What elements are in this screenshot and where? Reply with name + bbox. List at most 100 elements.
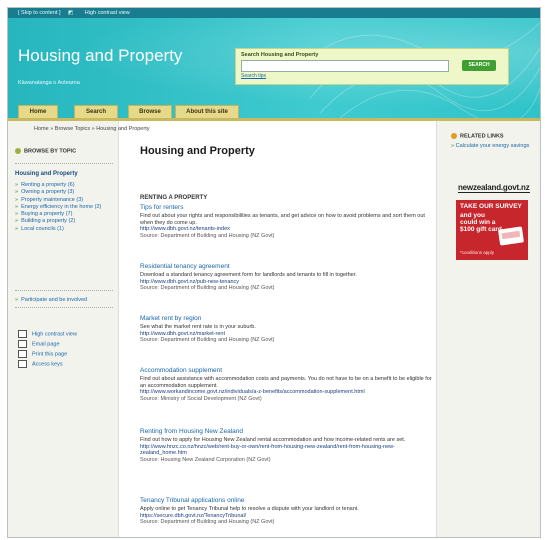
gift-card-icon <box>498 226 524 246</box>
breadcrumb: Home » Browse Topics » Housing and Prope… <box>34 126 149 132</box>
tab-home[interactable]: Home <box>18 105 58 119</box>
nav-item-label: Property maintenance (3) <box>21 196 84 203</box>
survey-advert[interactable]: TAKE OUR SURVEY and you could win a $100… <box>456 200 528 260</box>
nav-item-building[interactable]: » Building a property (2) <box>15 218 115 225</box>
high-contrast-link[interactable]: ◩ High contrast view <box>68 10 130 16</box>
nav-item-label: Buying a property (7) <box>21 211 73 218</box>
breadcrumb-topics[interactable]: Browse Topics <box>55 126 90 132</box>
nav-item-owning[interactable]: » Owning a property (3) <box>15 189 115 196</box>
skip-to-content-link[interactable]: [ Skip to content ] <box>18 10 61 16</box>
nav-item-renting[interactable]: » Renting a property (6) <box>15 182 115 189</box>
search-button[interactable]: SEARCH <box>462 60 496 71</box>
logo-text: newzealand.govt.nz <box>458 183 530 193</box>
search-label: Search Housing and Property <box>241 52 319 58</box>
tool-label: Email page <box>32 341 60 348</box>
item-description: Find out about assistance with accommoda… <box>140 376 432 389</box>
site-banner: Housing and Property Kāwanatanga o Aotea… <box>8 18 540 118</box>
newzealand-govt-logo[interactable]: newzealand.govt.nz <box>458 183 530 193</box>
contrast-icon <box>18 330 27 338</box>
site-title[interactable]: Housing and Property <box>18 46 182 66</box>
tool-label: Print this page <box>32 351 68 358</box>
item-title-link[interactable]: Tips for renters <box>140 204 436 211</box>
nav-item-label: Owning a property (3) <box>21 189 75 196</box>
item-source: Source: Department of Building and Housi… <box>140 337 275 343</box>
item-source: Source: Department of Building and Housi… <box>140 285 275 291</box>
page-title: Housing and Property <box>140 145 255 157</box>
browse-by-topic-heading: Browse by topic <box>15 148 76 154</box>
item-source: Source: Department of Building and Housi… <box>140 232 275 239</box>
nav-item-buying[interactable]: » Buying a property (7) <box>15 211 115 218</box>
item-title-link[interactable]: Accommodation supplement <box>140 367 436 374</box>
item-description: Find out about your rights and responsib… <box>140 213 425 226</box>
nav-item-energy[interactable]: » Energy efficiency in the home (2) <box>15 204 115 211</box>
arrow-icon: » <box>15 196 19 203</box>
related-links-heading: Related links <box>451 133 504 139</box>
item-title-link[interactable]: Residential tenancy agreement <box>140 263 436 270</box>
search-input[interactable] <box>241 60 449 72</box>
email-page-tool[interactable]: Email page <box>18 339 77 350</box>
arrow-icon: » <box>15 218 19 225</box>
tab-about[interactable]: About this site <box>175 105 239 119</box>
main-tabs: Home Search Browse About this site <box>8 105 540 119</box>
tool-label: Access keys <box>32 361 63 368</box>
nav-divider <box>15 290 113 291</box>
browse-heading-label: Browse by topic <box>24 148 77 155</box>
tab-search[interactable]: Search <box>74 105 118 119</box>
item-description: Find out how to apply for Housing New Ze… <box>140 437 406 443</box>
keyboard-icon <box>18 359 27 368</box>
tool-label: High contrast view <box>32 331 77 338</box>
section-heading: RENTING A PROPERTY <box>140 195 208 201</box>
bullet-dot-icon <box>451 133 457 139</box>
nav-divider <box>15 307 113 308</box>
item-source: Source: Ministry of Social Development (… <box>140 395 262 402</box>
arrow-icon: » <box>15 189 19 196</box>
high-contrast-tool[interactable]: High contrast view <box>18 330 77 340</box>
arrow-icon: » <box>15 211 19 218</box>
nav-item-label: Building a property (2) <box>21 218 76 225</box>
list-item: Accommodation supplement Find out about … <box>140 367 436 402</box>
search-tips-link[interactable]: Search tips <box>241 73 266 79</box>
nav-item-label: Renting a property (6) <box>21 182 75 188</box>
nav-item-label: Local councils (1) <box>21 225 64 232</box>
related-heading-label: Related links <box>460 133 504 140</box>
nav-section-title[interactable]: Housing and Property <box>15 171 78 177</box>
list-item: Tips for renters Find out about your rig… <box>140 204 436 239</box>
nav-item-label: Energy efficiency in the home (2) <box>21 203 102 210</box>
topic-nav-list: » Renting a property (6) » Owning a proper… <box>15 182 115 233</box>
search-panel: Search Housing and Property SEARCH Searc… <box>235 48 509 85</box>
item-source: Source: Department of Building and Housi… <box>140 519 275 525</box>
ad-headline: TAKE OUR SURVEY <box>460 203 522 210</box>
arrow-icon: » <box>15 225 19 232</box>
item-title-link[interactable]: Tenancy Tribunal applications online <box>140 497 436 504</box>
energy-savings-link[interactable]: » Calculate your energy savings <box>451 143 535 150</box>
nav-item-maintenance[interactable]: » Property maintenance (3) <box>15 197 115 204</box>
arrow-icon: » <box>15 182 19 188</box>
high-contrast-label: High contrast view <box>84 10 130 16</box>
list-item: Tenancy Tribunal applications online App… <box>140 497 436 526</box>
item-title-link[interactable]: Renting from Housing New Zealand <box>140 428 436 435</box>
arrow-icon: » <box>15 203 19 210</box>
list-item: Renting from Housing New Zealand Find ou… <box>140 428 436 463</box>
arrow-icon: » <box>15 297 19 303</box>
email-icon <box>18 339 27 348</box>
nav-divider <box>15 163 113 164</box>
bullet-dot-icon <box>15 148 21 154</box>
list-item: Market rent by region See what the marke… <box>140 315 436 344</box>
item-url-link[interactable]: http://www.hnzc.co.nz/hnzc/web/rent-buy-… <box>140 444 436 457</box>
list-item: Residential tenancy agreement Download a… <box>140 263 436 292</box>
participate-label: Participate and be involved <box>21 297 88 303</box>
page-tools: High contrast view Email page Print this… <box>18 330 77 370</box>
breadcrumb-home[interactable]: Home <box>34 126 49 132</box>
related-link-label: Calculate your energy savings <box>455 143 530 149</box>
tab-browse[interactable]: Browse <box>128 105 172 119</box>
item-title-link[interactable]: Market rent by region <box>140 315 436 322</box>
skip-bar: [ Skip to content ] ◩ High contrast view <box>8 8 540 18</box>
print-page-tool[interactable]: Print this page <box>18 349 77 360</box>
access-keys-tool[interactable]: Access keys <box>18 359 77 370</box>
site-subtitle: Kāwanatanga o Aotearoa <box>18 80 80 86</box>
participate-link[interactable]: » Participate and be involved <box>15 297 87 303</box>
nav-item-councils[interactable]: » Local councils (1) <box>15 226 115 233</box>
print-icon <box>18 349 27 358</box>
page-frame: [ Skip to content ] ◩ High contrast view… <box>7 7 541 538</box>
breadcrumb-current: Housing and Property <box>96 126 150 132</box>
